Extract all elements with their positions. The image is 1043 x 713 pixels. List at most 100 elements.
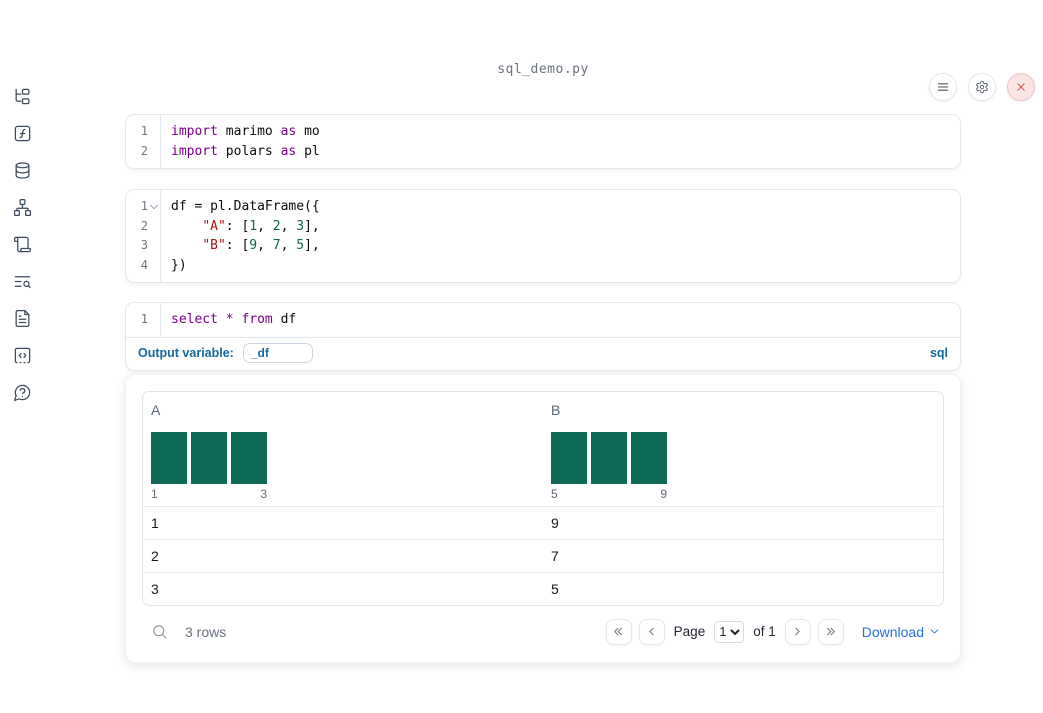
code-text: }): [171, 257, 187, 273]
sidebar-item-file-explorer[interactable]: [12, 86, 32, 106]
pagination: Page 1 of 1: [605, 618, 844, 645]
close-button[interactable]: [1007, 73, 1035, 101]
chevron-down-icon: [929, 626, 940, 637]
column-histogram: [151, 431, 535, 484]
code-cell-dataframe[interactable]: 1 df = pl.DataFrame({ 2 "A": [1, 2, 3], 3 "…: [125, 189, 961, 283]
histogram-axis-labels: 13: [151, 487, 267, 504]
download-label: Download: [861, 623, 924, 640]
histogram-bar: [231, 431, 267, 484]
file-text-icon: [13, 309, 32, 328]
first-page-button[interactable]: [605, 618, 632, 645]
histogram-bar: [631, 431, 667, 484]
sidebar-item-variables[interactable]: [12, 123, 32, 143]
prev-page-button[interactable]: [638, 618, 665, 645]
table-row[interactable]: 27: [143, 538, 943, 572]
page-select[interactable]: 1: [714, 620, 745, 643]
chevrons-left-icon: [612, 625, 625, 638]
table-cell: 5: [551, 580, 559, 597]
histogram-bar: [591, 431, 627, 484]
table-cell: 7: [551, 547, 559, 564]
code-text: df = pl.DataFrame({: [171, 199, 320, 214]
sidebar-item-logs[interactable]: [12, 234, 32, 254]
file-tree-icon: [13, 87, 32, 106]
line-number: 1: [140, 312, 148, 326]
output-variable-label: Output variable:: [138, 345, 234, 360]
chevron-right-icon: [791, 625, 804, 638]
sidebar-item-dependencies[interactable]: [12, 197, 32, 217]
line-number: 2: [140, 218, 148, 233]
search-button[interactable]: [151, 623, 168, 640]
sql-output-card: A13B59 192735 3 rows Page 1 of 1 Downloa…: [125, 373, 961, 663]
code-line: 1 df = pl.DataFrame({: [126, 197, 960, 217]
column-header-A[interactable]: A 13: [143, 392, 543, 506]
code-line: 2 import polars as pl: [126, 142, 960, 162]
text-search-icon: [13, 272, 32, 291]
output-variable-input[interactable]: [242, 342, 313, 363]
sql-language-badge: sql: [929, 345, 948, 360]
code-line: 4}): [126, 256, 960, 276]
sidebar-item-outline[interactable]: [12, 271, 32, 291]
function-square-icon: [13, 124, 32, 143]
line-number: 3: [140, 238, 148, 252]
code-text: "A": [1, 2, 3],: [202, 218, 320, 234]
code-text: "B": [9, 7, 5],: [202, 238, 320, 253]
sidebar-item-datasources[interactable]: [12, 160, 32, 180]
column-name: B: [551, 401, 561, 418]
table-row[interactable]: 35: [143, 571, 943, 605]
code-cell-imports[interactable]: 1 import marimo as mo 2 import polars as pl: [125, 114, 961, 169]
histogram-max-label: 9: [660, 486, 667, 501]
search-icon: [151, 623, 168, 640]
code-text: import marimo as mo: [171, 124, 320, 139]
scroll-icon: [13, 235, 32, 254]
histogram-bar: [151, 431, 187, 484]
sql-cell[interactable]: 1 select * from df Output variable: sql: [125, 302, 961, 371]
code-line: 1 select * from df: [126, 310, 960, 330]
histogram-max-label: 3: [260, 486, 267, 501]
download-button[interactable]: Download: [862, 624, 940, 640]
code-line: 3 "B": [9, 7, 5],: [126, 236, 960, 256]
page-of-label: of 1: [753, 624, 776, 639]
histogram-bar: [551, 431, 587, 484]
notebook-actions: [929, 73, 1035, 101]
fold-toggle-icon[interactable]: [148, 201, 160, 213]
sidebar-item-help[interactable]: [12, 382, 32, 402]
dataframe-table: A13B59 192735: [142, 390, 944, 606]
table-row[interactable]: 19: [143, 505, 943, 539]
sql-cell-footer: Output variable: sql: [126, 336, 960, 370]
code-editor[interactable]: 1 import marimo as mo 2 import polars as pl: [126, 115, 960, 168]
row-count-label: 3 rows: [185, 623, 227, 640]
code-line: 1 import marimo as mo: [126, 122, 960, 142]
line-number: 1: [140, 199, 148, 213]
sidebar-item-snippets[interactable]: [12, 345, 32, 365]
column-name: A: [151, 401, 161, 418]
code-editor[interactable]: 1 select * from df: [126, 303, 960, 337]
table-cell: 2: [151, 547, 159, 564]
network-icon: [13, 198, 32, 217]
table-body: 192735: [143, 505, 943, 605]
code-editor[interactable]: 1 df = pl.DataFrame({ 2 "A": [1, 2, 3], 3 "…: [126, 190, 960, 282]
histogram-axis-labels: 59: [551, 487, 667, 504]
notebook-filename: sql_demo.py: [497, 62, 589, 77]
column-histogram: [551, 431, 935, 484]
code-text: import polars as pl: [171, 143, 320, 159]
notebook: sql_demo.py 1 import marimo as mo 2 import …: [125, 62, 961, 663]
menu-button[interactable]: [929, 73, 957, 101]
last-page-button[interactable]: [817, 618, 844, 645]
help-bubble-icon: [13, 383, 32, 402]
table-footer: 3 rows Page 1 of 1 Download: [142, 606, 944, 654]
line-number: 2: [140, 143, 148, 158]
table-cell: 1: [151, 514, 159, 531]
column-header-B[interactable]: B 59: [543, 392, 943, 506]
sidebar-item-documentation[interactable]: [12, 308, 32, 328]
code-text: select * from df: [171, 312, 297, 327]
table-cell: 9: [551, 514, 559, 531]
table-header: A 13 B 59: [143, 392, 943, 506]
x-icon: [1014, 80, 1028, 94]
page-label: Page: [673, 624, 706, 639]
gear-icon: [975, 80, 989, 94]
histogram-bar: [191, 431, 227, 484]
settings-button[interactable]: [968, 73, 996, 101]
next-page-button[interactable]: [784, 618, 811, 645]
helper-panel-sidebar: [0, 62, 44, 713]
chevron-left-icon: [645, 625, 658, 638]
